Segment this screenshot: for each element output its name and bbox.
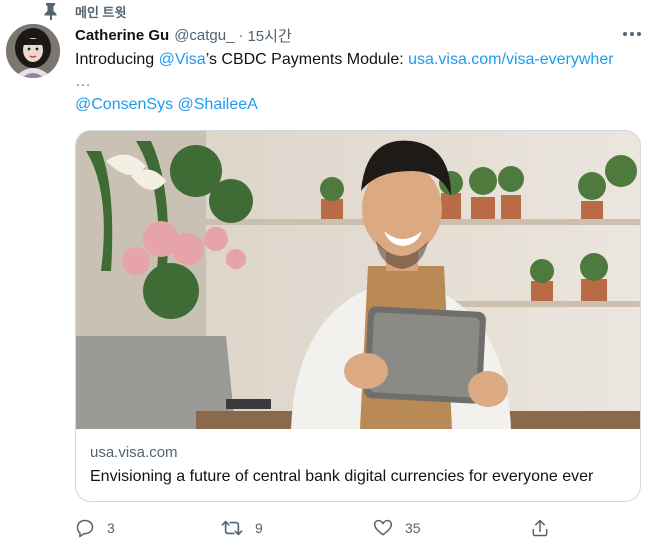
reply-count: 3 — [107, 520, 115, 536]
mention-visa[interactable]: @Visa — [159, 51, 206, 68]
retweet-icon — [221, 518, 243, 538]
retweet-count: 9 — [255, 520, 263, 536]
mention-consensys[interactable]: @ConsenSys — [75, 96, 173, 113]
tweet-header: Catherine Gu @catgu_ · 15시간 — [75, 25, 292, 45]
mention-shaileea[interactable]: @ShaileeA — [178, 96, 258, 113]
retweet-button[interactable]: 9 — [221, 516, 263, 540]
separator-dot: · — [238, 26, 244, 44]
text-intro: Introducing — [75, 51, 159, 68]
tweet-actions: 3 9 35 — [75, 516, 555, 540]
heart-icon — [373, 518, 393, 538]
tweet-time[interactable]: 15시간 — [247, 25, 291, 46]
pinned-label: 메인 트윗 — [75, 4, 127, 20]
like-count: 35 — [405, 520, 421, 536]
tweet-link[interactable]: usa.visa.com/visa-everywher — [408, 51, 613, 68]
text-middle: ’s CBDC Payments Module: — [205, 51, 409, 68]
card-domain: usa.visa.com — [90, 444, 178, 461]
pin-icon — [43, 2, 59, 20]
share-button[interactable] — [530, 516, 550, 540]
reply-button[interactable]: 3 — [75, 516, 115, 540]
author-name[interactable]: Catherine Gu — [75, 27, 169, 44]
author-handle[interactable]: @catgu_ — [174, 27, 234, 44]
share-icon — [530, 518, 550, 538]
tweet-text: Introducing @Visa’s CBDC Payments Module… — [75, 49, 645, 93]
tweet-mentions: @ConsenSys @ShaileeA — [75, 94, 258, 116]
link-card[interactable]: usa.visa.com Envisioning a future of cen… — [75, 130, 641, 502]
pinned-tweet-header: 메인 트윗 — [43, 2, 126, 20]
more-icon[interactable] — [618, 24, 646, 44]
card-image — [76, 131, 640, 429]
like-button[interactable]: 35 — [373, 516, 421, 540]
reply-icon — [75, 518, 95, 538]
link-ellipsis[interactable]: … — [75, 73, 91, 90]
card-title: Envisioning a future of central bank dig… — [90, 468, 594, 485]
avatar[interactable] — [6, 24, 60, 78]
